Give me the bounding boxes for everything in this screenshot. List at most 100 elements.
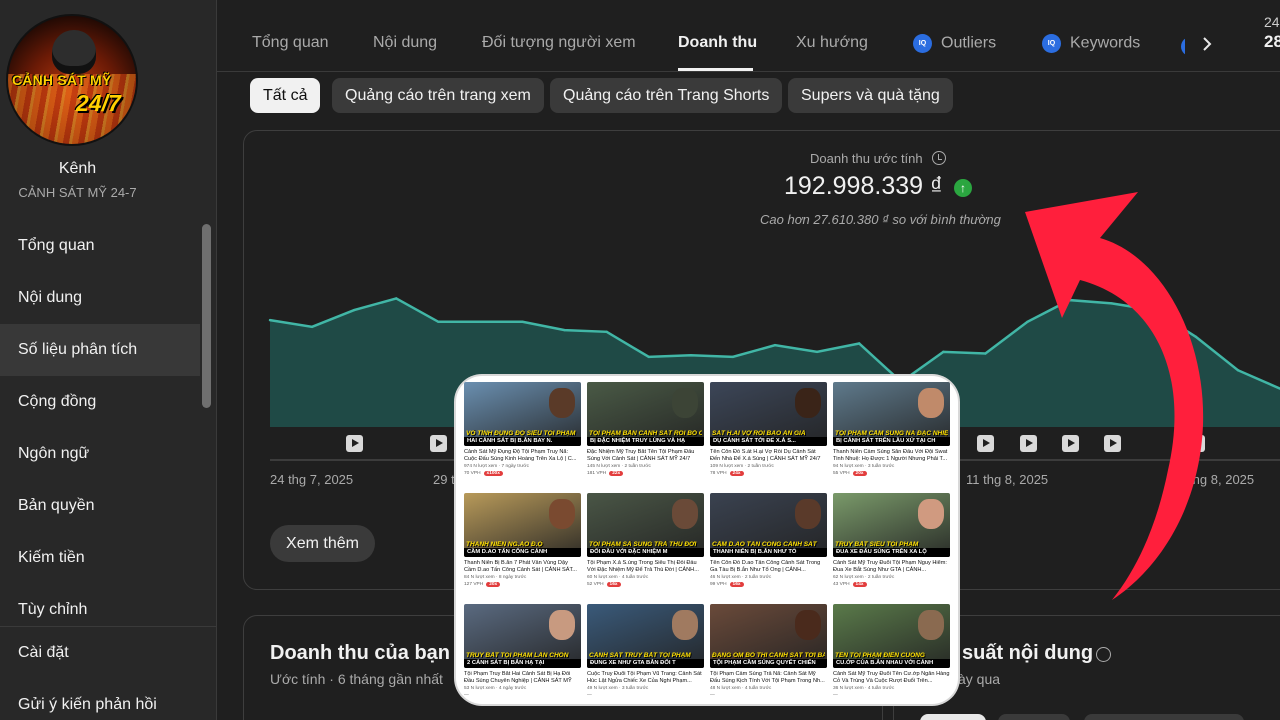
video-thumbnail[interactable]: TRUY BẮT SIÊU TỘI PHẠM ĐUA XE ĐẤU SÚNG TR… [833,493,950,557]
video-meta: 145 N lượt xem · 2 tuần trước [587,464,651,469]
video-card[interactable]: TỘI PHẠM CẦM SÚNG NÃ ĐẶC NHIỆM BỊ CẢNH SÁ… [833,382,950,490]
filter-chip[interactable] [1084,714,1244,720]
thumbnail-banner: THANH NIÊN BỊ B.ẮN NHƯ TỔ [710,548,827,557]
clock-icon[interactable] [932,151,946,165]
your-revenue-title: Doanh thu của bạn [270,642,450,664]
tab-outliers[interactable]: IQ Outliers [913,34,996,53]
video-card[interactable]: CẢNH SÁT TRUY BẮT TỘI PHẠM ĐUNG XE NHƯ GT… [587,604,704,712]
corner-stat: 24 28 [1264,12,1280,52]
metric-value: 192.998.339 ₫ [784,172,943,200]
chip-all[interactable]: Tất cả [250,78,321,113]
sidebar-item-copyright[interactable]: Bản quyền [0,480,200,532]
tab-audience[interactable]: Đối tượng người xem [482,34,636,52]
video-thumbnail[interactable]: TỘI PHẠM SẢ SÚNG TRẢ THÙ ĐỜI ĐỐI ĐẦU VỚI … [587,493,704,557]
video-title[interactable]: Thanh Niên Cầm Súng Săn Đấu Với Đội Swat… [833,449,950,463]
video-thumbnail[interactable]: TỘI PHẠM BẮN CẢNH SÁT RỒI BỎ CHẠYBỊ ĐẶC … [587,382,704,446]
vph-badge: 181 VPH [587,471,607,476]
video-card[interactable]: TRUY BẮT SIÊU TỘI PHẠM ĐUA XE ĐẤU SÚNG TR… [833,493,950,601]
video-card[interactable]: ĐANG ÔM BỐ THÌ CẢNH SÁT TỚI BẮT TỘI PHẠM … [710,604,827,712]
sidebar-nav: Tổng quan Nội dung Số liệu phân tích Cộn… [0,220,200,636]
sidebar-item-feedback[interactable]: Gửi ý kiến phản hồi [0,679,216,720]
video-card[interactable]: SÁT H.AI VỢ RỒI BAO ÁN GIẢ DỤ CẢNH SÁT TỚ… [710,382,827,490]
chevron-right-icon[interactable] [1200,34,1218,54]
thumbnail-banner: CU.ỚP CỦA B.ẮN NHAU VỚI CẢNH [833,659,950,668]
video-card[interactable]: TỘI PHẠM BẮN CẢNH SÁT RỒI BỎ CHẠYBỊ ĐẶC … [587,382,704,490]
see-more-button[interactable]: Xem thêm [270,525,375,562]
video-thumbnail[interactable]: ĐANG ÔM BỐ THÌ CẢNH SÁT TỚI BẮT TỘI PHẠM … [710,604,827,668]
video-title[interactable]: Cảnh Sát Mỹ Đụng Độ Tội Phạm Truy Nã: Cu… [464,449,581,463]
sidebar-scrollbar[interactable] [202,224,211,408]
sidebar-item-settings[interactable]: Cài đặt [0,627,216,679]
thumbnail-banner: ĐỐI ĐẦU VỚI ĐẶC NHIỆM M [587,548,704,557]
video-publish-marker-icon[interactable] [1187,435,1205,452]
multiplier-badge: 14x [852,582,867,587]
thumbnail-banner: BỊ CẢNH SÁT TRÊN LẦU XỬ TẠI CH [833,437,950,446]
tab-trends[interactable]: Xu hướng [796,34,868,52]
filter-chip[interactable] [920,714,986,720]
thumbnail-caption: CẦM D.AO TẤN CÔNG CẢNH SÁT [712,541,817,548]
video-publish-marker-icon[interactable] [1061,435,1079,452]
video-title[interactable]: Đặc Nhiệm Mỹ Truy Bắt Tên Tội Phạm Đấu S… [587,449,704,463]
video-publish-marker-icon[interactable] [430,435,448,452]
sidebar-item-overview[interactable]: Tổng quan [0,220,200,272]
video-publish-marker-icon[interactable] [1019,435,1037,452]
channel-title: Kênh [58,160,97,177]
video-card[interactable]: THANH NIÊN NG.ÁO Đ.Ộ CẦM D.AO TẤN CÔNG CẢ… [464,493,581,601]
thumbnail-caption: THANH NIÊN NG.ÁO Đ.Ộ [466,541,543,548]
video-title[interactable]: Tội Phạm Cầm Súng Trả Nã: Cảnh Sát Mỹ Đấ… [710,671,827,685]
video-thumbnail[interactable]: TÊN TỘI PHẠM ĐIÊN CUỒNG CU.ỚP CỦA B.ẮN NH… [833,604,950,668]
sidebar-item-analytics[interactable]: Số liệu phân tích [0,324,200,376]
video-publish-marker-icon[interactable] [1103,435,1121,452]
chip-watch-page-ads[interactable]: Quảng cáo trên trang xem [332,78,544,113]
video-thumbnail[interactable]: TỘI PHẠM CẦM SÚNG NÃ ĐẶC NHIỆM BỊ CẢNH SÁ… [833,382,950,446]
active-tab-indicator [678,68,753,71]
video-thumbnail[interactable]: VÔ TÌNH ĐỤNG ĐỘ SIÊU TỘI PHẠM HAI CẢNH SÁ… [464,382,581,446]
tab-keywords[interactable]: IQ Keywords [1042,34,1140,53]
chip-supers-gifts[interactable]: Supers và quà tặng [788,78,953,113]
thumbnail-caption: SÁT H.AI VỢ RỒI BAO ÁN GIẢ [712,430,806,437]
sidebar: CẢNH SÁT MỸ 24/7 Kênh CẢNH SÁT MỸ 24-7 T… [0,0,217,720]
multiplier-badge: 22x [609,471,624,476]
video-card[interactable]: CẦM D.AO TẤN CÔNG CẢNH SÁT THANH NIÊN BỊ … [710,493,827,601]
chip-shorts-ads[interactable]: Quảng cáo trên Trang Shorts [550,78,783,113]
multiplier-badge: 16x [729,582,744,587]
video-thumbnail[interactable]: CẦM D.AO TẤN CÔNG CẢNH SÁT THANH NIÊN BỊ … [710,493,827,557]
video-title[interactable]: Cảnh Sát Mỹ Truy Đuổi Tội Phạm Nguy Hiểm… [833,560,950,574]
sidebar-item-language[interactable]: Ngôn ngữ [0,428,200,480]
tab-overview[interactable]: Tổng quan [252,34,329,52]
video-thumbnail[interactable]: TRUY BẮT TỘI PHẠM LẨN CHỐN 2 CẢNH SÁT BỊ … [464,604,581,668]
filter-chip[interactable] [998,714,1070,720]
person-face-image [549,499,575,529]
video-thumbnail[interactable]: THANH NIÊN NG.ÁO Đ.Ộ CẦM D.AO TẤN CÔNG CẢ… [464,493,581,557]
thumbnail-caption: VÔ TÌNH ĐỤNG ĐỘ SIÊU TỘI PHẠM [466,430,576,437]
metric-label: Doanh thu ước tính [810,151,923,166]
tab-content[interactable]: Nội dung [373,34,437,52]
video-card[interactable]: VÔ TÌNH ĐỤNG ĐỘ SIÊU TỘI PHẠM HAI CẢNH SÁ… [464,382,581,490]
video-publish-marker-icon[interactable] [346,435,364,452]
video-title[interactable]: Thanh Niên Bị B.ắn 7 Phát Vẫn Vùng Dậy C… [464,560,581,574]
video-title[interactable]: Cuộc Truy Đuổi Tội Phạm Vũ Trang: Cảnh S… [587,671,704,685]
video-thumbnail[interactable]: SÁT H.AI VỢ RỒI BAO ÁN GIẢ DỤ CẢNH SÁT TỚ… [710,382,827,446]
sidebar-item-community[interactable]: Cộng đồng [0,376,200,428]
multiplier-badge: 20x [852,471,867,476]
video-card[interactable]: TỘI PHẠM SẢ SÚNG TRẢ THÙ ĐỜI ĐỐI ĐẦU VỚI … [587,493,704,601]
video-publish-marker-icon[interactable] [977,435,995,452]
video-title[interactable]: Cảnh Sát Mỹ Truy Đuổi Tên Cư.ớp Ngân Hàn… [833,671,950,685]
video-meta: 94 N lượt xem · 3 tuần trước [833,464,895,469]
vph-badge: 99 VPH [710,582,727,587]
video-badges: — [833,693,950,698]
sidebar-item-monetization[interactable]: Kiếm tiền [0,532,200,584]
video-title[interactable]: Tội Phạm X.ả S.úng Trong Siêu Thị Đối Đầ… [587,560,704,574]
clock-icon[interactable] [1096,647,1111,662]
video-card[interactable]: TRUY BẮT TỘI PHẠM LẨN CHỐN 2 CẢNH SÁT BỊ … [464,604,581,712]
video-title[interactable]: Tên Côn Đồ D.ao Tấn Công Cảnh Sát Trong … [710,560,827,574]
video-thumbnail[interactable]: CẢNH SÁT TRUY BẮT TỘI PHẠM ĐUNG XE NHƯ GT… [587,604,704,668]
channel-avatar[interactable]: CẢNH SÁT MỸ 24/7 [6,14,138,146]
sidebar-item-content[interactable]: Nội dung [0,272,200,324]
video-title[interactable]: Tên Côn Đồ S.át H.ại Vợ Rồi Dụ Cảnh Sát … [710,449,827,463]
person-face-image [795,388,821,418]
video-title[interactable]: Tội Phạm Truy Bắt Hai Cảnh Sát Bị Hạ Đối… [464,671,581,685]
tab-revenue[interactable]: Doanh thu [678,34,757,52]
video-card[interactable]: TÊN TỘI PHẠM ĐIÊN CUỒNG CU.ỚP CỦA B.ẮN NH… [833,604,950,712]
video-badges: 127 VPH 20x [464,582,581,587]
